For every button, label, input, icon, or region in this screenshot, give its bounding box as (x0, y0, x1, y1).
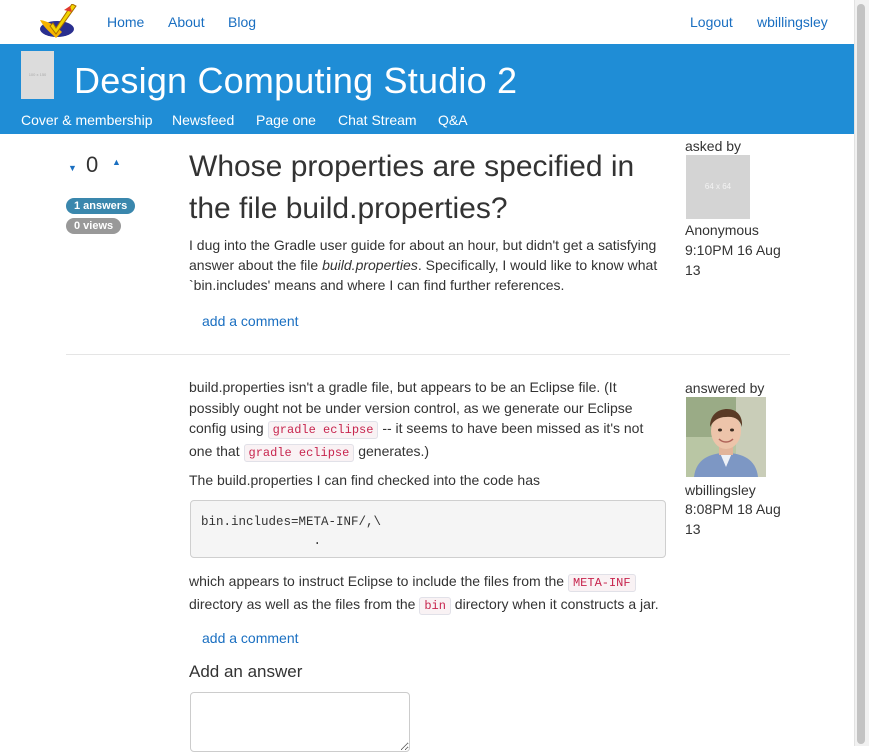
vote-count: 0 (86, 152, 99, 177)
vote-up-icon[interactable]: ▲ (112, 157, 121, 167)
asked-date: 9:10PM 16 Aug 13 (685, 242, 781, 278)
vote-down-icon[interactable]: ▼ (68, 163, 77, 173)
logout-link[interactable]: Logout (690, 14, 733, 30)
question-title: Whose properties are specified in the fi… (189, 150, 635, 225)
answer-text: generates.) (354, 442, 430, 459)
answers-count-badge: 1 answers (66, 198, 136, 214)
asker-name: Anonymous (685, 222, 759, 238)
answer-text: directory when it constructs a jar. (450, 595, 659, 612)
nav-about-link[interactable]: About (168, 14, 205, 30)
subnav-chat-stream[interactable]: Chat Stream (338, 112, 417, 128)
answer-paragraph-2: The build.properties I can find checked … (189, 472, 540, 488)
asked-by-label: asked by (685, 138, 742, 154)
views-count-badge: 0 views (66, 218, 122, 234)
answerer-name: wbillingsley (685, 482, 756, 498)
nav-home-link[interactable]: Home (107, 14, 144, 30)
asker-avatar: 64 x 64 (686, 155, 750, 219)
section-divider (66, 354, 790, 355)
question-add-comment-link[interactable]: add a comment (202, 313, 299, 329)
question-body: I dug into the Gradle user guide for abo… (189, 235, 659, 295)
inline-code: META-INF (567, 574, 636, 592)
code-block: bin.includes=META-INF/,\ . (190, 500, 666, 558)
top-navbar: Home About Blog Logout wbillingsley (0, 0, 854, 44)
answered-date: 8:08PM 18 Aug 13 (685, 501, 781, 537)
question-body-filename: build.properties (322, 257, 418, 273)
add-answer-heading: Add an answer (189, 662, 303, 681)
answer-text: which appears to instruct Eclipse to inc… (189, 573, 568, 589)
answer-add-comment-link[interactable]: add a comment (202, 630, 299, 646)
answer-text: directory as well as the files from the (189, 595, 420, 612)
inline-code: gradle eclipse (243, 443, 355, 462)
nav-blog-link[interactable]: Blog (228, 14, 256, 30)
subnav-cover-membership[interactable]: Cover & membership (21, 112, 153, 128)
scrollbar-thumb[interactable] (857, 4, 865, 744)
course-thumbnail: 100 x 150 (21, 51, 54, 99)
inline-code: bin (419, 596, 451, 615)
answerer-avatar (686, 397, 766, 477)
username-link[interactable]: wbillingsley (757, 14, 828, 30)
course-title: Design Computing Studio 2 (74, 60, 518, 101)
checkmark-logo-icon[interactable] (34, 4, 80, 40)
course-banner: 100 x 150 Design Computing Studio 2 Cove… (0, 44, 854, 134)
answer-paragraph-3: which appears to instruct Eclipse to inc… (189, 571, 669, 616)
subnav-newsfeed[interactable]: Newsfeed (172, 112, 234, 128)
answer-textarea[interactable] (190, 692, 410, 752)
answered-by-label: answered by (685, 380, 765, 396)
inline-code: gradle eclipse (267, 421, 379, 439)
subnav-page-one[interactable]: Page one (256, 112, 316, 128)
answer-paragraph-1: build.properties isn't a gradle file, bu… (189, 377, 669, 463)
subnav-qa[interactable]: Q&A (438, 112, 468, 128)
